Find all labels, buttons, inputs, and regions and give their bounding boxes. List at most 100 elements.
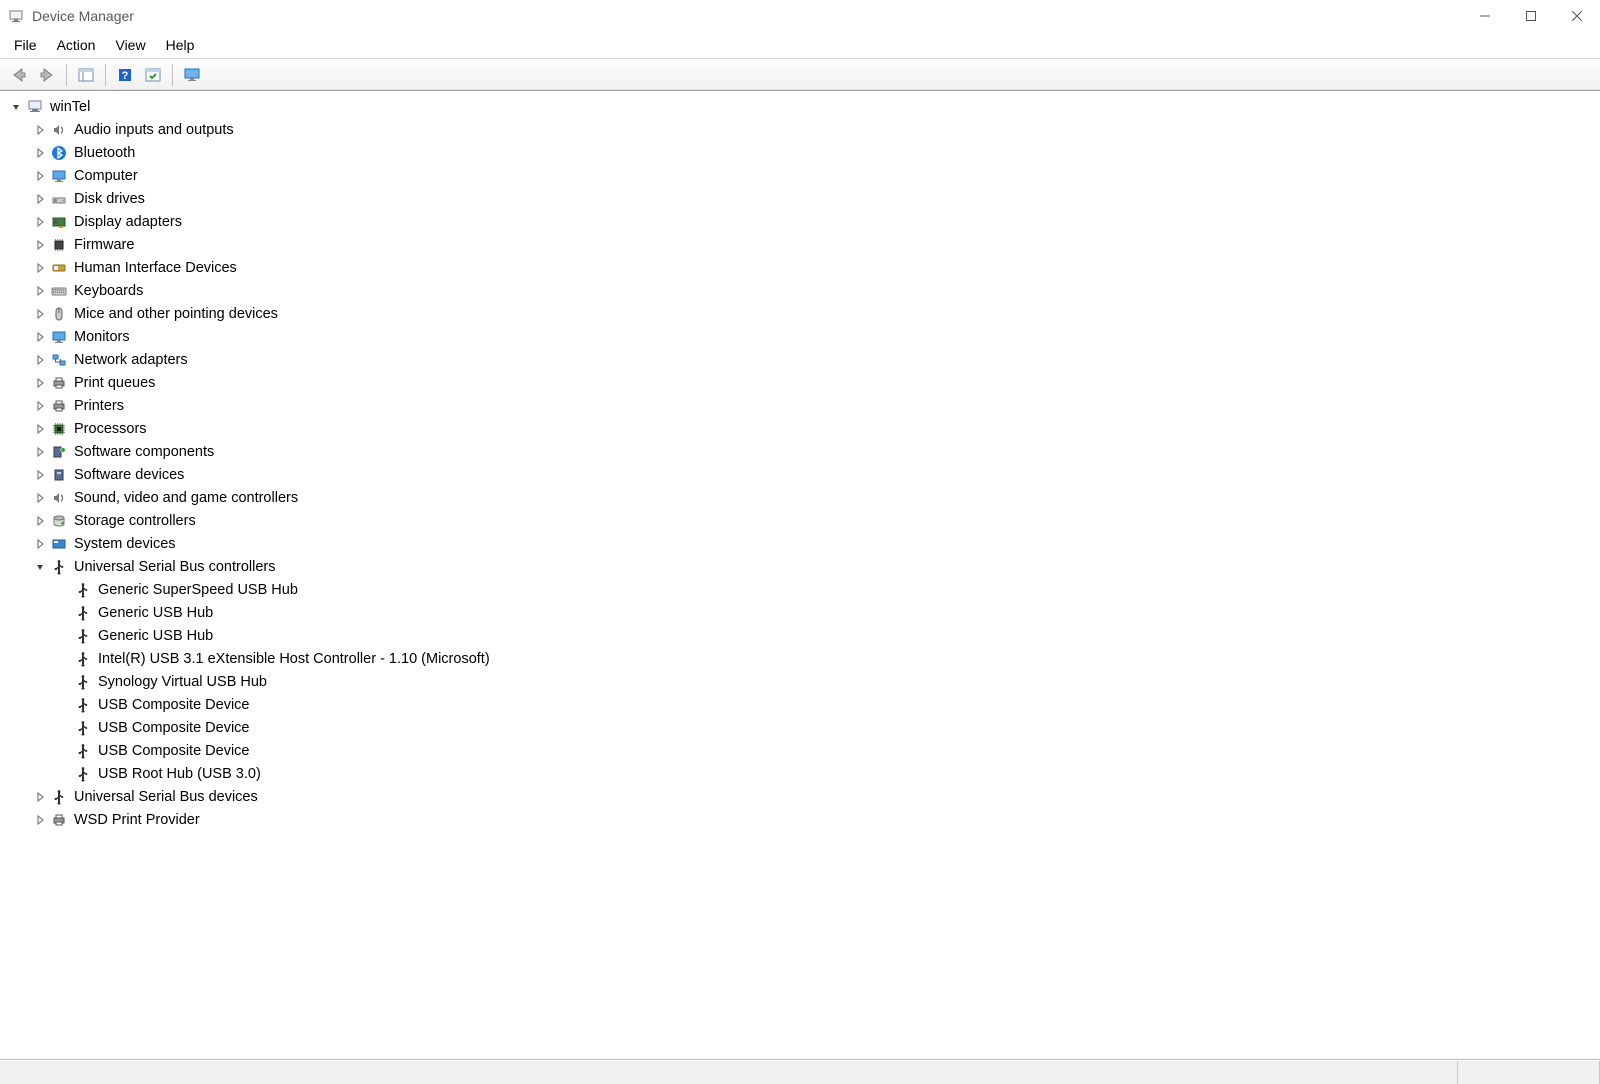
tree-category[interactable]: Mice and other pointing devices: [32, 302, 1592, 325]
minimize-button[interactable]: [1462, 0, 1508, 32]
toolbar-back-button[interactable]: [6, 62, 32, 88]
expander-icon[interactable]: [32, 812, 48, 828]
tree-node-label: WSD Print Provider: [74, 812, 200, 828]
toolbar-forward-button[interactable]: [34, 62, 60, 88]
tree-node-label: Mice and other pointing devices: [74, 306, 278, 322]
tree-node-label: Display adapters: [74, 214, 182, 230]
menu-view[interactable]: View: [105, 34, 155, 56]
tree-category[interactable]: Printers: [32, 394, 1592, 417]
expander-icon[interactable]: [32, 260, 48, 276]
menu-action[interactable]: Action: [47, 34, 106, 56]
expander-icon[interactable]: [32, 214, 48, 230]
tree-category[interactable]: Universal Serial Bus devices: [32, 785, 1592, 808]
tree-node-label: Software components: [74, 444, 214, 460]
mouse-icon: [50, 305, 68, 323]
window-title: Device Manager: [32, 8, 134, 24]
tree-device[interactable]: USB Composite Device: [56, 693, 1592, 716]
app-icon: [8, 8, 24, 24]
tree-category[interactable]: Firmware: [32, 233, 1592, 256]
expander-icon[interactable]: [32, 283, 48, 299]
expander-icon[interactable]: [32, 444, 48, 460]
expander-icon[interactable]: [32, 536, 48, 552]
software-device-icon: [50, 466, 68, 484]
storage-icon: [50, 512, 68, 530]
tree-category[interactable]: Display adapters: [32, 210, 1592, 233]
tree-node-label: Intel(R) USB 3.1 eXtensible Host Control…: [98, 651, 490, 667]
tree-device[interactable]: USB Root Hub (USB 3.0): [56, 762, 1592, 785]
expander-icon[interactable]: [32, 237, 48, 253]
device-tree[interactable]: winTelAudio inputs and outputsBluetoothC…: [0, 91, 1600, 1059]
menu-bar: File Action View Help: [0, 32, 1600, 59]
expander-spacer: [56, 674, 72, 690]
expander-icon[interactable]: [32, 306, 48, 322]
svg-text:?: ?: [122, 70, 129, 82]
toolbar-monitor-button[interactable]: [179, 62, 205, 88]
expander-icon[interactable]: [32, 145, 48, 161]
usb-icon: [74, 673, 92, 691]
menu-file[interactable]: File: [4, 34, 47, 56]
expander-icon[interactable]: [32, 352, 48, 368]
tree-category[interactable]: Computer: [32, 164, 1592, 187]
toolbar-console-tree-button[interactable]: [73, 62, 99, 88]
expander-icon[interactable]: [32, 490, 48, 506]
tree-category[interactable]: System devices: [32, 532, 1592, 555]
network-icon: [50, 351, 68, 369]
tree-category[interactable]: Monitors: [32, 325, 1592, 348]
tree-node-label: Processors: [74, 421, 147, 437]
tree-category[interactable]: WSD Print Provider: [32, 808, 1592, 831]
expander-spacer: [56, 628, 72, 644]
hid-icon: [50, 259, 68, 277]
expander-spacer: [56, 766, 72, 782]
usb-icon: [50, 788, 68, 806]
tree-category[interactable]: Network adapters: [32, 348, 1592, 371]
tree-category[interactable]: Human Interface Devices: [32, 256, 1592, 279]
tree-category[interactable]: Print queues: [32, 371, 1592, 394]
tree-root[interactable]: winTel: [8, 95, 1592, 118]
toolbar-scan-hardware-button[interactable]: [140, 62, 166, 88]
tree-node-label: USB Root Hub (USB 3.0): [98, 766, 261, 782]
expander-spacer: [56, 651, 72, 667]
expander-icon[interactable]: [32, 398, 48, 414]
tree-category[interactable]: Universal Serial Bus controllers: [32, 555, 1592, 578]
close-button[interactable]: [1554, 0, 1600, 32]
expander-icon[interactable]: [32, 329, 48, 345]
usb-icon: [74, 719, 92, 737]
maximize-button[interactable]: [1508, 0, 1554, 32]
title-bar: Device Manager: [0, 0, 1600, 32]
tree-category[interactable]: Sound, video and game controllers: [32, 486, 1592, 509]
expander-icon[interactable]: [32, 375, 48, 391]
tree-device[interactable]: Generic USB Hub: [56, 601, 1592, 624]
expander-icon[interactable]: [32, 467, 48, 483]
tree-node-label: Universal Serial Bus controllers: [74, 559, 275, 575]
expander-icon[interactable]: [32, 513, 48, 529]
toolbar-help-button[interactable]: ?: [112, 62, 138, 88]
expander-icon[interactable]: [8, 99, 24, 115]
tree-category[interactable]: Disk drives: [32, 187, 1592, 210]
tree-device[interactable]: USB Composite Device: [56, 716, 1592, 739]
tree-node-label: Sound, video and game controllers: [74, 490, 298, 506]
tree-category[interactable]: Storage controllers: [32, 509, 1592, 532]
usb-icon: [74, 581, 92, 599]
tree-device[interactable]: USB Composite Device: [56, 739, 1592, 762]
tree-device[interactable]: Generic SuperSpeed USB Hub: [56, 578, 1592, 601]
tree-category[interactable]: Processors: [32, 417, 1592, 440]
usb-icon: [50, 558, 68, 576]
tree-node-label: Universal Serial Bus devices: [74, 789, 258, 805]
tree-category[interactable]: Bluetooth: [32, 141, 1592, 164]
computer-root-icon: [26, 98, 44, 116]
tree-device[interactable]: Generic USB Hub: [56, 624, 1592, 647]
expander-icon[interactable]: [32, 559, 48, 575]
tree-category[interactable]: Software devices: [32, 463, 1592, 486]
tree-category[interactable]: Software components: [32, 440, 1592, 463]
tree-device[interactable]: Synology Virtual USB Hub: [56, 670, 1592, 693]
expander-spacer: [56, 720, 72, 736]
expander-icon[interactable]: [32, 789, 48, 805]
tree-device[interactable]: Intel(R) USB 3.1 eXtensible Host Control…: [56, 647, 1592, 670]
expander-icon[interactable]: [32, 122, 48, 138]
expander-icon[interactable]: [32, 191, 48, 207]
expander-icon[interactable]: [32, 421, 48, 437]
tree-category[interactable]: Keyboards: [32, 279, 1592, 302]
menu-help[interactable]: Help: [156, 34, 205, 56]
expander-icon[interactable]: [32, 168, 48, 184]
tree-category[interactable]: Audio inputs and outputs: [32, 118, 1592, 141]
